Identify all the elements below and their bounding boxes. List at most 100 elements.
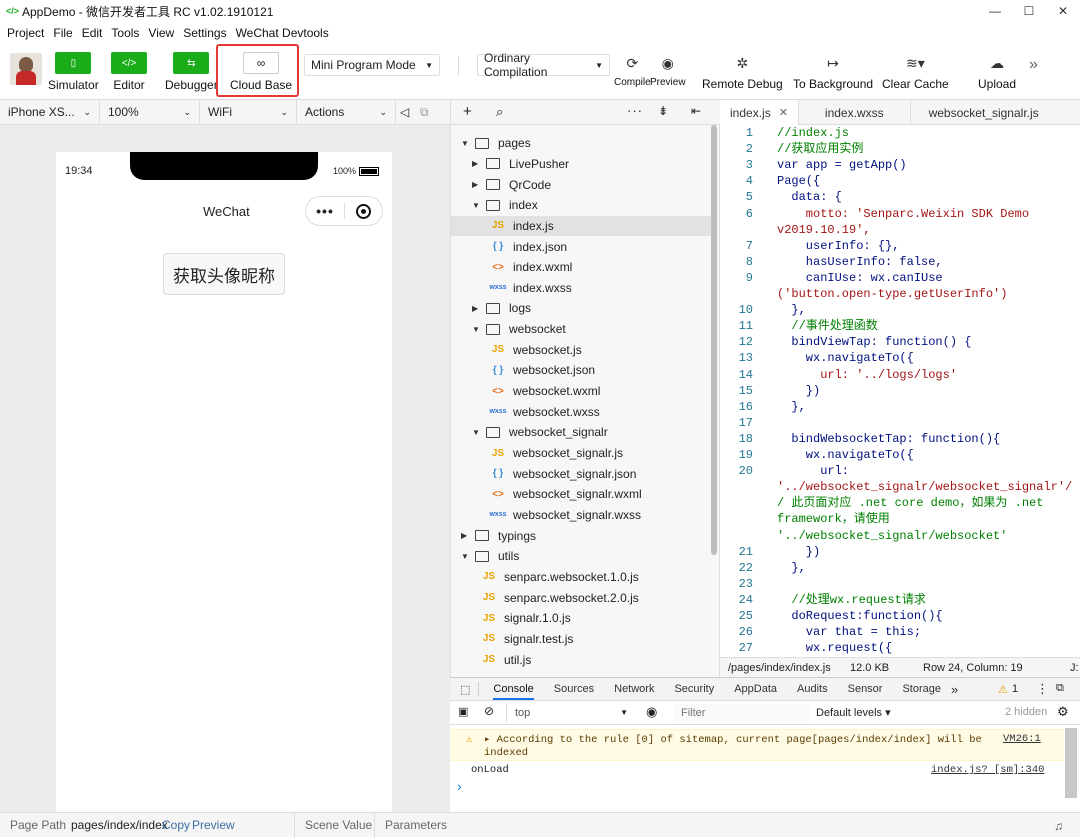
folder-item[interactable]: ▼ pages [451,133,713,154]
file-tree-scrollbar[interactable] [711,125,717,555]
warning-count[interactable]: 1 [1012,683,1018,695]
actions-select[interactable]: Actions ⌄ [297,99,396,125]
code-line[interactable]: / 此页面对应 .net core demo，如果为 .net [720,495,1080,511]
debugger-button[interactable]: ⇆ Debugger [165,52,218,92]
file-item[interactable]: { } index.json [451,236,713,257]
code-line[interactable]: 23 [720,576,1080,592]
tab-console[interactable]: Console [493,683,534,700]
remote-debug-button[interactable]: ✲ Remote Debug [702,54,783,92]
mode-select[interactable]: Mini Program Mode ▼ [304,54,440,76]
log-levels-select[interactable]: Default levels ▾ [816,706,891,719]
collapsed-arrow-icon[interactable]: ▶ [472,304,482,313]
tab-index-js[interactable]: index.js ✕ [720,100,799,125]
folder-item[interactable]: ▼ websocket [451,319,713,340]
file-item[interactable]: <> websocket_signalr.wxml [451,484,713,505]
tab-network[interactable]: Network [614,683,654,695]
tab-sensor[interactable]: Sensor [848,683,883,695]
expanded-arrow-icon[interactable]: ▼ [461,552,471,561]
preview-button[interactable]: ◉ Preview [650,54,686,89]
code-line[interactable]: 1 //index.js [720,125,1080,141]
tab-websocket-signalr-js[interactable]: websocket_signalr.js [911,100,1057,125]
tab-audits[interactable]: Audits [797,683,828,695]
editor-button[interactable]: </> Editor [111,52,147,92]
code-line[interactable]: 11 //事件处理函数 [720,318,1080,334]
code-line[interactable]: ('button.open-type.getUserInfo') [720,286,1080,302]
minimize-button[interactable]: — [978,0,1012,22]
file-item[interactable]: wxss index.wxss [451,278,713,299]
code-line[interactable]: 20 url: [720,463,1080,479]
folder-item[interactable]: ▶ LivePusher [451,154,713,175]
expanded-arrow-icon[interactable]: ▼ [472,428,482,437]
file-item[interactable]: JS websocket_signalr.js [451,443,713,464]
code-line[interactable]: 19 wx.navigateTo({ [720,447,1080,463]
speaker-icon[interactable]: ◁ [396,100,416,125]
collapse-icon[interactable]: ⇤ [691,104,701,118]
menu-settings[interactable]: Settings [183,26,226,40]
folder-item[interactable]: ▼ websocket_signalr [451,422,713,443]
close-button[interactable]: ✕ [1046,0,1080,22]
kebab-menu-icon[interactable]: ⋮ [1036,681,1049,697]
inspect-icon[interactable]: ⬚ [460,683,470,696]
code-line[interactable]: 24 //处理wx.request请求 [720,592,1080,608]
code-line[interactable]: 14 url: '../logs/logs' [720,367,1080,383]
folder-item[interactable]: ▼ index [451,195,713,216]
expanded-arrow-icon[interactable]: ▼ [472,201,482,210]
copy-link[interactable]: Copy [162,818,190,832]
code-line[interactable]: 8 hasUserInfo: false, [720,254,1080,270]
folder-item[interactable]: ▶ logs [451,298,713,319]
network-select[interactable]: WiFi ⌄ [200,99,297,125]
close-tab-icon[interactable]: ✕ [779,106,788,119]
console-filter-input[interactable] [675,704,809,722]
code-line[interactable]: framework，请使用 [720,511,1080,527]
file-item[interactable]: JS signalr.1.0.js [451,608,713,629]
file-item[interactable]: <> index.wxml [451,257,713,278]
collapsed-arrow-icon[interactable]: ▶ [472,159,482,168]
add-icon[interactable]: + [463,103,472,120]
sort-icon[interactable]: ⇟ [658,104,668,118]
code-line[interactable]: 26 var that = this; [720,624,1080,640]
devtools-more-button[interactable]: » [951,682,958,697]
folder-item[interactable]: ▶ QrCode [451,174,713,195]
code-line[interactable]: 21 }) [720,544,1080,560]
code-line[interactable]: 12 bindViewTap: function() { [720,334,1080,350]
menu-project[interactable]: Project [7,26,44,40]
code-line[interactable]: '../websocket_signalr/websocket_signalr'… [720,479,1080,495]
code-line[interactable]: 27 wx.request({ [720,640,1080,656]
compilation-select[interactable]: Ordinary Compilation ▼ [477,51,610,79]
code-line[interactable]: 4 Page({ [720,173,1080,189]
file-item[interactable]: JS signalr.test.js [451,629,713,650]
file-item[interactable]: JS index.js [451,215,713,237]
upload-button[interactable]: ☁ Upload [978,54,1016,92]
folder-item[interactable]: ▶ typings [451,525,713,546]
dock-icon[interactable]: ⧉ [1056,682,1064,695]
code-line[interactable]: v2019.10.19', [720,222,1080,238]
menu-tools[interactable]: Tools [111,26,139,40]
maximize-button[interactable]: ☐ [1012,0,1046,22]
collapsed-arrow-icon[interactable]: ▶ [472,180,482,189]
toolbar-more-button[interactable]: » [1029,56,1038,74]
more-dots-icon[interactable]: ••• [306,203,344,219]
more-icon[interactable]: ··· [627,103,643,118]
sidebar-toggle-icon[interactable]: ▣ [458,705,468,718]
folder-item[interactable]: ▼ utils [451,546,713,567]
file-item[interactable]: { } websocket.json [451,360,713,381]
compile-button[interactable]: ⟳ Compile [614,54,651,89]
code-line[interactable]: 10 }, [720,302,1080,318]
avatar[interactable] [10,53,42,85]
file-item[interactable]: JS senparc.websocket.1.0.js [451,567,713,588]
code-line[interactable]: 18 bindWebsocketTap: function(){ [720,431,1080,447]
menu-edit[interactable]: Edit [82,26,103,40]
tab-appdata[interactable]: AppData [734,683,777,695]
context-select[interactable]: top ▼ [506,703,636,722]
code-line[interactable]: 3 var app = getApp() [720,157,1080,173]
parameters-button[interactable]: Parameters [385,818,447,832]
warning-source-link[interactable]: VM26:1 [1003,733,1041,745]
eye-icon[interactable]: ◉ [646,704,657,720]
code-line[interactable]: 13 wx.navigateTo({ [720,350,1080,366]
file-item[interactable]: wxss websocket_signalr.wxss [451,505,713,526]
console-settings-icon[interactable]: ⚙ [1057,704,1069,720]
file-item[interactable]: <> websocket.wxml [451,381,713,402]
expanded-arrow-icon[interactable]: ▼ [472,325,482,334]
file-item[interactable]: JS websocket.js [451,340,713,361]
menu-view[interactable]: View [148,26,174,40]
